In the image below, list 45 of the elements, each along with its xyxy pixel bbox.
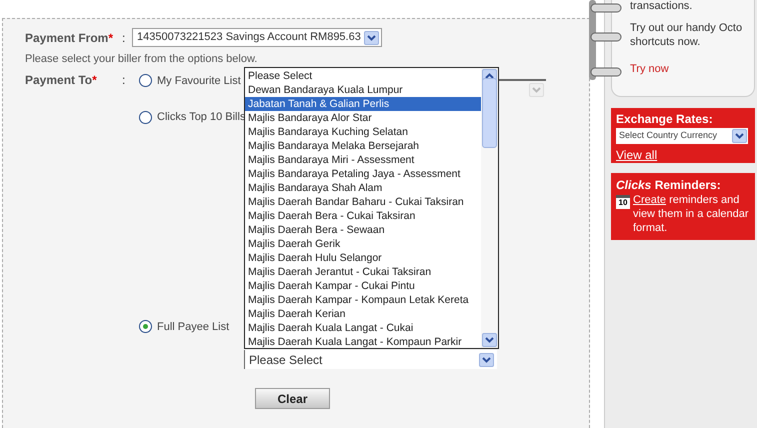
dropdown-option[interactable]: Jabatan Tanah & Galian Perlis [245,97,481,111]
radio-label[interactable]: Full Payee List [157,318,230,335]
panel-title: Exchange Rates: [616,112,714,126]
try-now-link[interactable]: Try now [630,61,750,78]
radio-button[interactable] [139,320,152,334]
dropdown-option[interactable]: Majlis Bandaraya Shah Alam [245,181,481,195]
panel-title: Clicks Reminders: [616,178,722,192]
dropdown-option[interactable]: Majlis Bandaraya Miri - Assessment [245,153,481,167]
payee-select[interactable]: Please Select [244,350,497,369]
dropdown-option[interactable]: Please Select [245,69,481,83]
radio-button[interactable] [139,74,152,88]
colon: : [122,72,126,88]
dropdown-option[interactable]: Majlis Bandaraya Alor Star [245,111,481,125]
instruction-text: Please select your biller from the options below. [25,52,258,67]
dropdown-option[interactable]: Majlis Daerah Kuala Langat - Cukai [245,321,481,335]
dropdown-option[interactable]: Majlis Daerah Kampar - Kompaun Letak Kereta [245,293,481,307]
radio-label[interactable]: My Favourite List [157,72,241,89]
reminder-text: Create reminders and view them in a calendar format. [633,193,750,235]
scroll-thumb[interactable] [482,78,497,148]
dropdown-option[interactable]: Majlis Daerah Jerantut - Cukai Taksiran [245,265,481,279]
promo-text: Try out our handy Octo shortcuts now. [630,21,744,49]
field-label: Payment To* [25,72,98,88]
scrollbar[interactable] [481,68,498,348]
dropdown-option[interactable]: Majlis Daerah Bera - Cukai Taksiran [245,209,481,223]
dropdown-option[interactable]: Majlis Daerah Gerik [245,237,481,251]
radio-button[interactable] [139,110,152,124]
account-select[interactable]: 14350073221523 Savings Account RM895.63 [132,28,382,47]
dropdown-option[interactable]: Majlis Bandaraya Melaka Bersejarah [245,139,481,153]
colon: : [122,30,126,46]
dropdown-option[interactable]: Majlis Bandaraya Kuching Selatan [245,125,481,139]
view-all-link[interactable]: View all [616,146,658,164]
dropdown-option[interactable]: Majlis Daerah Bandar Baharu - Cukai Taksiran [245,195,481,209]
dropdown-option[interactable]: Majlis Daerah Kuala Langat - Kompaun Parkir [245,335,481,349]
create-link[interactable]: Create [633,194,666,206]
currency-select[interactable]: Select Country Currency [616,128,748,144]
dropdown-option[interactable]: Dewan Bandaraya Kuala Lumpur [245,83,481,97]
dropdown-option[interactable]: Majlis Daerah Kerian [245,307,481,321]
field-label: Payment From* [25,30,114,46]
dropdown-option[interactable]: Majlis Daerah Kampar - Cukai Pintu [245,279,481,293]
dropdown-option[interactable]: Majlis Daerah Hulu Selangor [245,251,481,265]
promo-text: transactions. [630,0,694,13]
calendar-icon: 10 [616,195,630,209]
dropdown-option[interactable]: Majlis Daerah Bera - Sewaan [245,223,481,237]
dropdown-option[interactable]: Majlis Bandaraya Petaling Jaya - Assessment [245,167,481,181]
clear-button[interactable]: Clear [255,388,330,409]
